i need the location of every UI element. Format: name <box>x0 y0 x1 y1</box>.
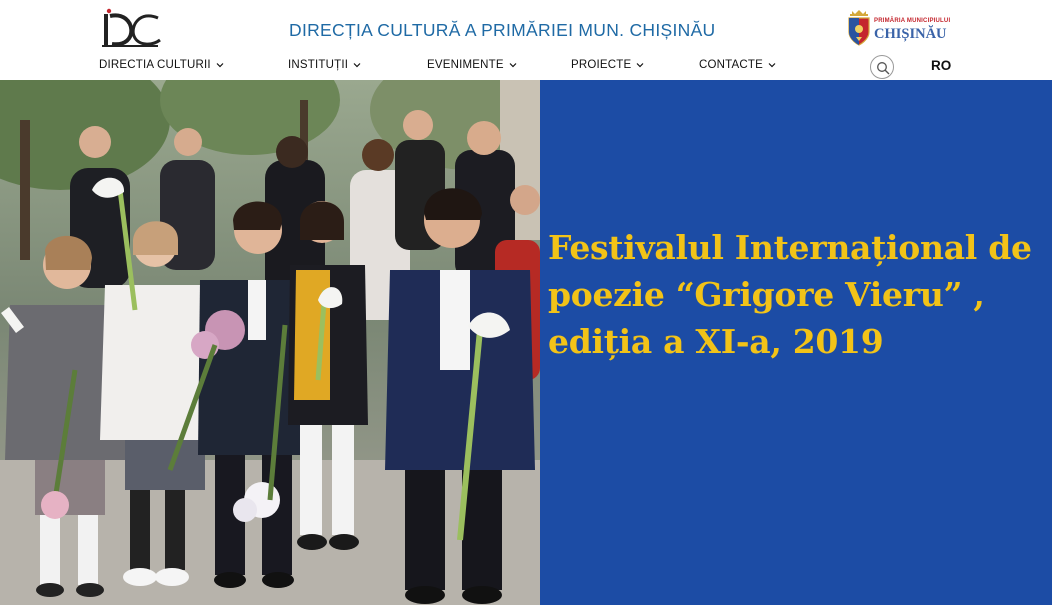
nav-item-evenimente[interactable]: EVENIMENTE <box>427 59 517 71</box>
main-nav: DIRECTIA CULTURII INSTITUȚII EVENIMENTE … <box>0 59 1052 75</box>
hero-headline[interactable]: Festivalul Internațional de poezie “Grig… <box>548 224 1048 365</box>
chevron-down-icon <box>768 63 776 68</box>
nav-item-directia-culturii[interactable]: DIRECTIA CULTURII <box>99 59 224 71</box>
chevron-down-icon <box>353 63 361 68</box>
nav-item-label: CONTACTE <box>699 59 763 71</box>
site-title[interactable]: DIRECȚIA CULTURĂ A PRIMĂRIEI MUN. CHIȘIN… <box>289 20 716 41</box>
nav-item-label: PROIECTE <box>571 59 632 71</box>
city-logo-small-text: PRIMĂRIA MUNICIPIULUI <box>874 18 951 24</box>
site-header: DIRECȚIA CULTURĂ A PRIMĂRIEI MUN. CHIȘIN… <box>0 0 1052 80</box>
nav-item-proiecte[interactable]: PROIECTE <box>571 59 644 71</box>
nav-item-label: DIRECTIA CULTURII <box>99 59 211 71</box>
dc-logo[interactable] <box>100 8 164 52</box>
chisinau-city-logo[interactable]: PRIMĂRIA MUNICIPIULUI CHIȘINĂU <box>846 10 956 50</box>
nav-item-label: INSTITUȚII <box>288 59 349 71</box>
hero-photo[interactable] <box>0 80 540 605</box>
chevron-down-icon <box>636 63 644 68</box>
language-switcher[interactable]: RO <box>931 58 951 73</box>
nav-item-contacte[interactable]: CONTACTE <box>699 59 776 71</box>
search-icon <box>877 62 890 75</box>
group-photo-image <box>0 80 540 605</box>
nav-item-label: EVENIMENTE <box>427 59 504 71</box>
hero-panel: Festivalul Internațional de poezie “Grig… <box>540 80 1052 605</box>
chevron-down-icon <box>216 63 224 68</box>
chevron-down-icon <box>509 63 517 68</box>
nav-item-institutii[interactable]: INSTITUȚII <box>288 59 361 71</box>
city-logo-big-text: CHIȘINĂU <box>874 26 947 42</box>
coat-of-arms-icon <box>848 10 870 46</box>
search-button[interactable] <box>870 55 894 79</box>
